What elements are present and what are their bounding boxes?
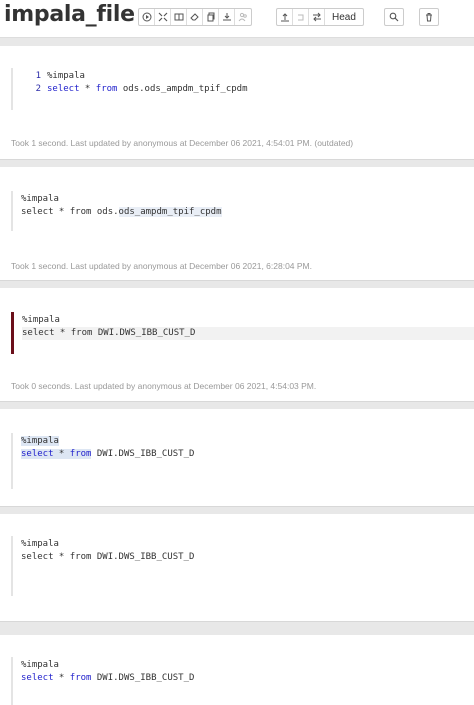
code-table-highlight: ods_ampdm_tpif_cpdm xyxy=(118,207,222,217)
hide-output-button[interactable] xyxy=(171,9,187,25)
code-star: * xyxy=(53,673,70,683)
book-icon xyxy=(174,13,183,21)
code-line: select * from DWI.DWS_IBB_CUST_D xyxy=(21,551,194,564)
code-text: select * from DWI.DWS_IBB_CUST_D xyxy=(22,328,196,338)
code-editor[interactable]: %impala select * from DWI.DWS_IBB_CUST_D xyxy=(11,657,194,705)
keyword-from: from xyxy=(69,673,92,683)
code-star: * xyxy=(79,84,96,94)
code-line: %impala xyxy=(21,659,194,672)
revert-icon xyxy=(297,14,303,21)
code-line: select * from DWI.DWS_IBB_CUST_D xyxy=(21,448,194,461)
code-text: select * from DWI.DWS_IBB_CUST_D xyxy=(21,552,195,562)
code-line: select * from ods.ods_ampdm_tpif_cpdm xyxy=(21,206,222,219)
code-editor[interactable]: %impala select * from DWI.DWS_IBB_CUST_D xyxy=(11,433,194,489)
upload-icon xyxy=(280,13,289,22)
code-editor[interactable]: %impala select * from DWI.DWS_IBB_CUST_D xyxy=(11,536,194,596)
code-editor[interactable]: %impala select * from DWI.DWS_IBB_CUST_D xyxy=(11,312,474,354)
clone-button[interactable] xyxy=(203,9,219,25)
settings-button[interactable] xyxy=(235,9,251,25)
keyword-select: select xyxy=(47,84,80,94)
line-number: 2 xyxy=(35,84,41,94)
code-text: select * from ods. xyxy=(21,207,119,217)
paragraph-status: Took 1 second. Last updated by anonymous… xyxy=(11,138,354,148)
code-table: ods.ods_ampdm_tpif_cpdm xyxy=(117,84,248,94)
code-line: 2 select * from ods.ods_ampdm_tpif_cpdm xyxy=(21,83,248,96)
notebook-actions-group xyxy=(138,8,252,26)
code-line-active: select * from DWI.DWS_IBB_CUST_D xyxy=(22,327,474,340)
notebook-header: impala_file Head xyxy=(0,0,474,38)
code-table: DWI.DWS_IBB_CUST_D xyxy=(91,449,195,459)
code-editor[interactable]: %impala select * from ods.ods_ampdm_tpif… xyxy=(11,191,222,231)
code-table: DWI.DWS_IBB_CUST_D xyxy=(91,673,195,683)
code-star: * xyxy=(53,449,70,459)
hide-code-button[interactable] xyxy=(155,9,171,25)
code-text: %impala xyxy=(21,539,59,549)
keyword-from: from xyxy=(69,449,92,459)
paragraph[interactable]: %impala select * from DWI.DWS_IBB_CUST_D xyxy=(0,635,474,705)
eraser-icon xyxy=(189,13,199,21)
code-text: %impala xyxy=(22,315,60,325)
code-line: %impala xyxy=(21,538,194,551)
export-button[interactable] xyxy=(219,9,235,25)
code-text: %impala xyxy=(21,660,59,670)
compare-button[interactable] xyxy=(309,9,325,25)
paragraph[interactable]: %impala select * from DWI.DWS_IBB_CUST_D xyxy=(0,514,474,622)
code-line: %impala xyxy=(21,435,194,448)
code-text-selected: %impala xyxy=(21,436,59,446)
copy-icon xyxy=(207,12,214,22)
clear-output-button[interactable] xyxy=(187,9,203,25)
revert-button[interactable] xyxy=(293,9,309,25)
code-text: %impala xyxy=(21,194,59,204)
paragraph[interactable]: %impala select * from DWI.DWS_IBB_CUST_D xyxy=(0,409,474,507)
run-all-button[interactable] xyxy=(139,9,155,25)
search-button[interactable] xyxy=(384,8,404,26)
code-text-selected: select * from xyxy=(21,449,92,459)
code-text: %impala xyxy=(47,71,85,81)
code-line: 1 %impala xyxy=(21,70,248,83)
paragraph-focused[interactable]: %impala select * from DWI.DWS_IBB_CUST_D… xyxy=(0,288,474,402)
search-icon xyxy=(389,12,399,22)
keyword-select: select xyxy=(21,673,54,683)
delete-notebook-button[interactable] xyxy=(419,8,439,26)
play-circle-icon xyxy=(142,12,151,22)
head-version-button[interactable]: Head xyxy=(325,9,363,25)
notebook-title[interactable]: impala_file xyxy=(4,2,135,27)
compare-arrows-icon xyxy=(312,12,321,22)
collapse-arrows-icon xyxy=(158,12,167,22)
trash-icon xyxy=(426,13,432,22)
paragraph[interactable]: 1 %impala 2 select * from ods.ods_ampdm_tp… xyxy=(0,46,474,160)
keyword-from: from xyxy=(95,84,118,94)
commit-button[interactable] xyxy=(277,9,293,25)
line-number: 1 xyxy=(35,71,41,81)
code-line: select * from DWI.DWS_IBB_CUST_D xyxy=(21,672,194,685)
paragraph[interactable]: %impala select * from ods.ods_ampdm_tpif… xyxy=(0,167,474,281)
code-line: %impala xyxy=(21,193,222,206)
download-icon xyxy=(222,13,231,21)
keyword-select: select xyxy=(21,449,54,459)
code-line: %impala xyxy=(22,314,474,327)
code-editor[interactable]: 1 %impala 2 select * from ods.ods_ampdm_tp… xyxy=(11,68,248,110)
people-icon xyxy=(238,12,247,22)
version-control-group: Head xyxy=(276,8,364,26)
paragraph-status: Took 0 seconds. Last updated by anonymou… xyxy=(11,381,317,391)
paragraph-status: Took 1 second. Last updated by anonymous… xyxy=(11,261,312,271)
